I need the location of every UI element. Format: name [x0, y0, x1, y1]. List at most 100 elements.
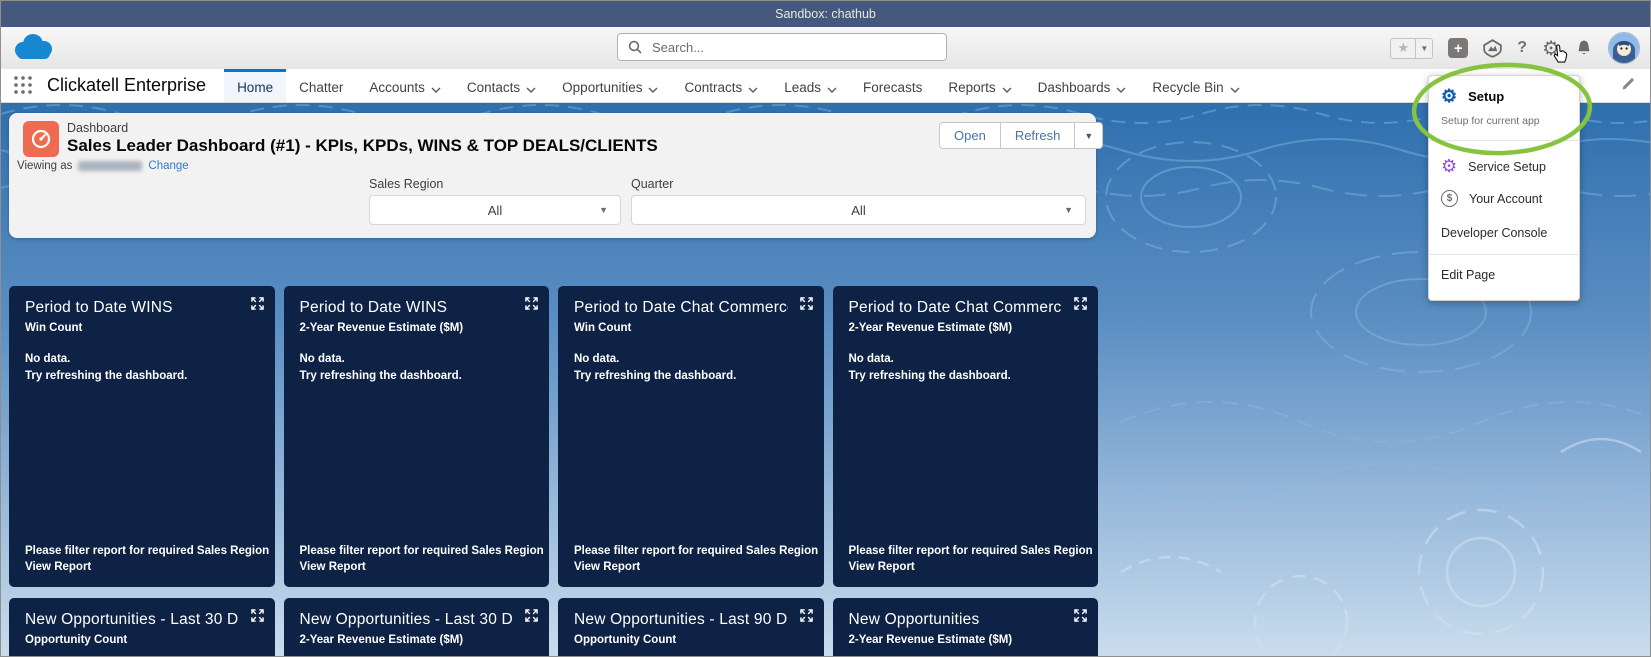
tab-contacts[interactable]: Contacts [454, 69, 549, 102]
setup-gear-icon: ⚙ [1441, 86, 1457, 107]
tab-leads[interactable]: Leads [771, 69, 850, 102]
card-title: Period to Date WINS [300, 299, 514, 317]
menu-item-setup[interactable]: ⚙ Setup [1441, 86, 1504, 107]
change-link[interactable]: Change [148, 160, 188, 172]
user-avatar[interactable] [1608, 32, 1640, 64]
tab-recycle-bin[interactable]: Recycle Bin [1139, 69, 1252, 102]
nav-tabs: Home Chatter Accounts Contacts Opportuni… [224, 69, 1253, 102]
filter-note-text: Please filter report for required Sales … [574, 545, 818, 557]
card-subtitle: Opportunity Count [25, 634, 259, 646]
expand-icon[interactable] [800, 609, 813, 627]
dashboard-object-icon [23, 121, 59, 157]
expand-icon[interactable] [1074, 609, 1087, 627]
quarter-select[interactable]: All ▼ [631, 195, 1086, 225]
chevron-down-icon[interactable] [526, 81, 536, 96]
menu-item-service-setup[interactable]: ⚙ Service Setup [1441, 156, 1546, 177]
expand-icon[interactable] [251, 609, 264, 627]
dashboard-card: New Opportunities 2-Year Revenue Estimat… [833, 598, 1099, 657]
chevron-down-icon[interactable] [431, 81, 441, 96]
favorites-button[interactable]: ★ ▼ [1390, 38, 1433, 59]
salesforce-cloud-logo [11, 31, 57, 69]
card-subtitle: 2-Year Revenue Estimate ($M) [849, 322, 1083, 334]
dashboard-card: New Opportunities - Last 30 Days Opportu… [9, 598, 275, 657]
expand-icon[interactable] [525, 609, 538, 627]
no-data-text: No data. [300, 353, 345, 365]
no-data-text: No data. [25, 353, 70, 365]
your-account-dollar-icon: $ [1441, 190, 1458, 207]
tab-contracts[interactable]: Contracts [671, 69, 771, 102]
tab-reports[interactable]: Reports [935, 69, 1024, 102]
cursor-hand-icon [1551, 44, 1569, 70]
service-setup-gear-icon: ⚙ [1441, 156, 1457, 177]
dashboard-card: Period to Date WINS 2-Year Revenue Estim… [284, 286, 550, 587]
card-title: Period to Date Chat Commerce ... [849, 299, 1063, 317]
setup-description: Setup for current app [1441, 115, 1540, 127]
sales-region-select[interactable]: All ▼ [369, 195, 621, 225]
try-refresh-text: Try refreshing the dashboard. [574, 370, 736, 382]
sandbox-banner-text: Sandbox: chathub [775, 7, 876, 21]
object-type-label: Dashboard [67, 121, 128, 135]
menu-item-edit-page[interactable]: Edit Page [1441, 268, 1495, 282]
dashboard-card: Period to Date Chat Commerce ... Win Cou… [558, 286, 824, 587]
setup-gear-icon[interactable]: ⚙ [1542, 36, 1560, 61]
expand-icon[interactable] [525, 297, 538, 315]
card-subtitle: 2-Year Revenue Estimate ($M) [300, 322, 534, 334]
dashboard-cards-row-1: Period to Date WINS Win Count No data. Tr… [9, 286, 1098, 587]
dashboard-card: New Opportunities - Last 30 Days 2-Year … [284, 598, 550, 657]
card-title: New Opportunities - Last 90 Days [574, 611, 788, 629]
page-title: Sales Leader Dashboard (#1) - KPIs, KPDs… [67, 136, 658, 156]
global-search[interactable] [617, 33, 947, 61]
view-report-link[interactable]: View Report [300, 561, 366, 573]
select-caret-icon: ▼ [599, 205, 608, 215]
view-report-link[interactable]: View Report [849, 561, 915, 573]
expand-icon[interactable] [800, 297, 813, 315]
card-subtitle: Win Count [25, 322, 259, 334]
tab-chatter[interactable]: Chatter [286, 69, 356, 102]
dashboard-header-panel: Dashboard Sales Leader Dashboard (#1) - … [9, 113, 1096, 238]
no-data-text: No data. [849, 353, 894, 365]
view-report-link[interactable]: View Report [574, 561, 640, 573]
more-actions-caret-button[interactable]: ▼ [1074, 122, 1103, 149]
tab-dashboards[interactable]: Dashboards [1025, 69, 1140, 102]
chevron-down-icon[interactable] [1002, 81, 1012, 96]
card-subtitle: 2-Year Revenue Estimate ($M) [849, 634, 1083, 646]
menu-item-developer-console[interactable]: Developer Console [1441, 226, 1547, 240]
guidance-center-icon[interactable] [1483, 39, 1502, 58]
filter-note-text: Please filter report for required Sales … [300, 545, 544, 557]
favorites-star-icon[interactable]: ★ [1390, 38, 1416, 59]
setup-dropdown-menu: ⚙ Setup Setup for current app ⚙ Service … [1428, 75, 1580, 301]
chevron-down-icon[interactable] [648, 81, 658, 96]
chevron-down-icon[interactable] [1230, 81, 1240, 96]
edit-page-pencil-icon[interactable] [1620, 76, 1636, 97]
open-button[interactable]: Open [939, 122, 1001, 149]
header-utility-icons: ★ ▼ + ? ⚙ [1390, 32, 1640, 64]
tab-accounts[interactable]: Accounts [356, 69, 454, 102]
sandbox-banner: Sandbox: chathub [1, 1, 1650, 27]
app-name: Clickatell Enterprise [47, 75, 206, 96]
expand-icon[interactable] [1074, 297, 1087, 315]
try-refresh-text: Try refreshing the dashboard. [25, 370, 187, 382]
menu-item-your-account[interactable]: $ Your Account [1441, 190, 1542, 207]
tab-home[interactable]: Home [224, 69, 286, 102]
card-title: New Opportunities [849, 611, 1063, 629]
chevron-down-icon[interactable] [748, 81, 758, 96]
add-icon[interactable]: + [1448, 38, 1468, 58]
app-launcher-icon[interactable] [13, 75, 33, 102]
filter-note-text: Please filter report for required Sales … [849, 545, 1093, 557]
search-input[interactable] [650, 39, 936, 56]
view-report-link[interactable]: View Report [25, 561, 91, 573]
chevron-down-icon[interactable] [1116, 81, 1126, 96]
notifications-bell-icon[interactable] [1575, 39, 1593, 58]
filter-note-text: Please filter report for required Sales … [25, 545, 269, 557]
tab-forecasts[interactable]: Forecasts [850, 69, 935, 102]
redacted-user-name [78, 161, 142, 171]
chevron-down-icon[interactable] [827, 81, 837, 96]
refresh-button[interactable]: Refresh [1000, 122, 1076, 149]
expand-icon[interactable] [251, 297, 264, 315]
menu-divider [1429, 254, 1579, 255]
dashboard-cards-row-2: New Opportunities - Last 30 Days Opportu… [9, 598, 1098, 657]
no-data-text: No data. [574, 353, 619, 365]
help-icon[interactable]: ? [1517, 39, 1527, 57]
favorites-caret-icon[interactable]: ▼ [1416, 38, 1433, 59]
tab-opportunities[interactable]: Opportunities [549, 69, 671, 102]
